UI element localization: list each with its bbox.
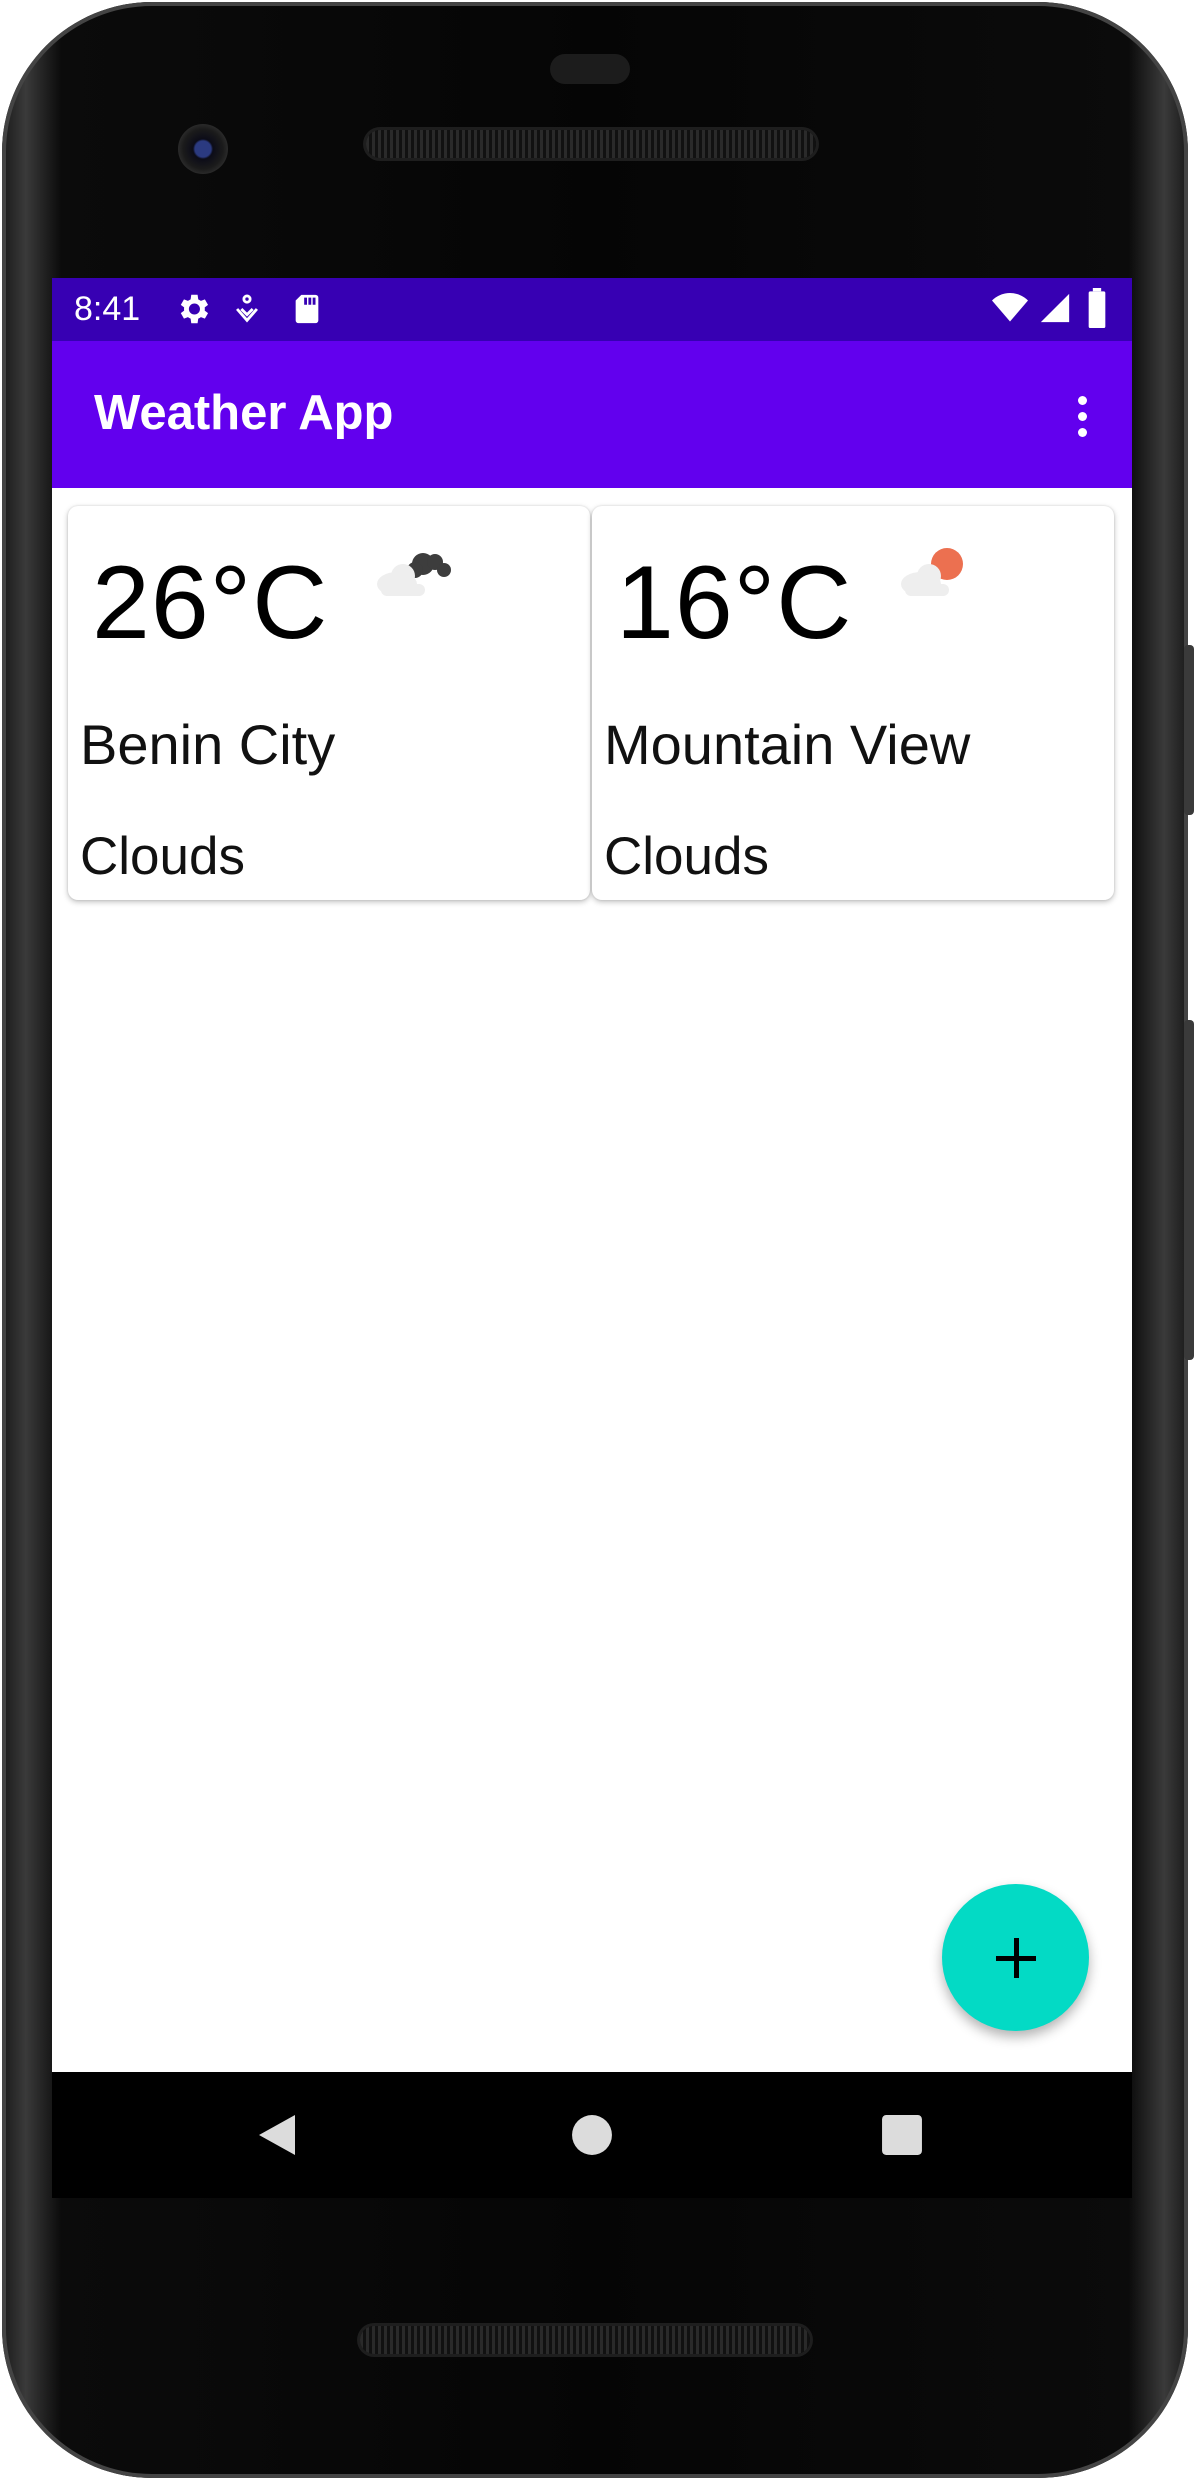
bottom-speaker-grille: [360, 2326, 810, 2354]
back-icon[interactable]: [242, 2100, 312, 2170]
navigation-bar: [52, 2072, 1132, 2198]
weather-card-mountain-view[interactable]: 16°C Mountain View Clouds: [592, 506, 1114, 900]
dark-cloud-icon: [373, 546, 453, 605]
app-bar: Weather App: [52, 341, 1132, 488]
cloud-sun-icon: [897, 546, 977, 605]
add-city-button[interactable]: [942, 1884, 1089, 2031]
more-vert-icon[interactable]: [1052, 381, 1112, 451]
earpiece: [550, 54, 630, 84]
temperature: 16°C: [616, 545, 853, 661]
recents-icon[interactable]: [867, 2100, 937, 2170]
city-name: Benin City: [80, 713, 336, 776]
plus-icon: [995, 1937, 1036, 1978]
front-camera: [178, 124, 228, 174]
signal-icon: [1038, 290, 1072, 331]
app-title: Weather App: [94, 386, 394, 440]
power-button: [1184, 645, 1194, 815]
weather-condition: Clouds: [604, 827, 769, 886]
status-time: 8:41: [74, 290, 141, 328]
sd-card-icon: [290, 290, 324, 333]
temperature: 26°C: [92, 545, 329, 661]
accessibility-icon: [230, 292, 264, 331]
weather-condition: Clouds: [80, 827, 245, 886]
device-screen: 8:41 Weather App 26°C Benin City Clouds …: [52, 278, 1132, 2072]
top-speaker-grille: [366, 130, 816, 158]
status-bar: 8:41: [52, 278, 1132, 341]
weather-card-benin-city[interactable]: 26°C Benin City Clouds: [68, 506, 590, 900]
wifi-icon: [990, 290, 1030, 331]
home-icon[interactable]: [557, 2100, 627, 2170]
battery-icon: [1086, 288, 1108, 333]
volume-button: [1184, 1020, 1194, 1360]
city-name: Mountain View: [604, 713, 971, 776]
settings-icon: [174, 290, 212, 333]
